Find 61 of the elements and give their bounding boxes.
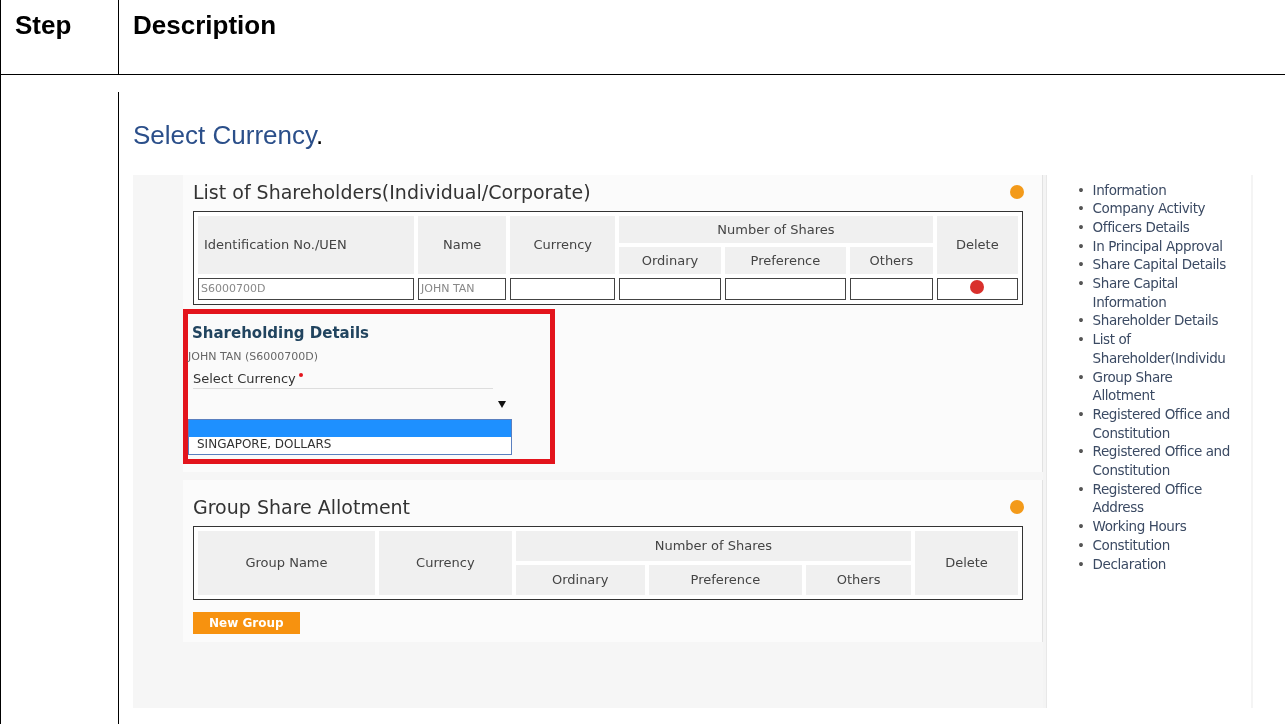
table-header: Name — [418, 215, 507, 274]
sidebar-link[interactable]: Information — [1092, 180, 1233, 200]
table-header: Others — [806, 564, 911, 595]
table-header: Currency — [510, 215, 616, 274]
table-header: Identification No./UEN — [198, 215, 414, 274]
table-header: Currency — [378, 530, 512, 595]
bullet: • — [1077, 442, 1085, 462]
table-header: Preference — [648, 564, 803, 595]
shareholder-name: JOHN TAN (S6000700D) — [188, 349, 320, 363]
bullet: • — [1077, 479, 1085, 499]
currency-field[interactable] — [510, 277, 616, 300]
bullet: • — [1077, 236, 1085, 256]
ordinary-field[interactable] — [619, 277, 721, 300]
sidebar-link[interactable]: Share Capital Information — [1092, 274, 1233, 312]
column-header: Description — [119, 0, 1285, 75]
bullet: • — [1077, 311, 1085, 331]
name-field[interactable]: JOHN TAN — [418, 277, 507, 300]
sidebar-link[interactable]: Officers Details — [1092, 217, 1233, 237]
bullet: • — [1077, 330, 1085, 349]
sidebar-link[interactable]: Group Share Allotment — [1092, 367, 1233, 405]
id-field[interactable]: S6000700D — [198, 277, 414, 300]
instruction-text: Select Currency. — [133, 119, 325, 151]
panel-title: List of Shareholders(Individual/Corporate) — [193, 180, 591, 203]
sidebar-link[interactable]: Shareholder Details — [1092, 311, 1233, 331]
others-field[interactable] — [850, 277, 933, 300]
panel-title: Group Share Allotment — [193, 495, 411, 518]
bullet: • — [1077, 554, 1085, 574]
field-label: Select Currency — [193, 370, 493, 389]
dropdown-arrow-icon — [498, 399, 506, 408]
sidebar-link[interactable]: Share Capital Details — [1092, 255, 1233, 274]
bullet: • — [1077, 517, 1085, 536]
sidebar-link[interactable]: Company Activity — [1092, 199, 1233, 218]
bullet: • — [1077, 535, 1085, 555]
table-header: Ordinary — [515, 564, 645, 595]
bullet: • — [1077, 199, 1085, 218]
table-header: Preference — [724, 246, 847, 274]
bullet: • — [1077, 367, 1085, 387]
sidebar-link[interactable]: Constitution — [1092, 535, 1233, 555]
sidebar-link[interactable]: Registered Office and Constitution — [1092, 442, 1233, 480]
table-header: Delete — [915, 530, 1018, 595]
table-header: Ordinary — [619, 246, 721, 274]
sidebar-link[interactable]: In Principal Approval — [1092, 236, 1233, 256]
table-header: Number of Shares — [619, 215, 933, 243]
table-header: Others — [850, 246, 933, 274]
table-header: Delete — [936, 215, 1018, 274]
preference-field[interactable] — [724, 277, 847, 300]
sidebar-link[interactable]: Registered Office and Constitution — [1092, 404, 1233, 443]
column-header: Step — [1, 0, 119, 75]
sidebar-link[interactable]: Declaration — [1092, 554, 1233, 574]
delete-icon[interactable] — [970, 280, 985, 294]
sidebar-link[interactable]: Registered Office Address — [1092, 479, 1233, 518]
table-header: Number of Shares — [515, 530, 911, 561]
bullet: • — [1077, 255, 1085, 274]
sidebar-link[interactable]: Working Hours — [1092, 517, 1233, 536]
bullet: • — [1077, 180, 1085, 200]
bullet: • — [1077, 404, 1085, 424]
bullet: • — [1077, 217, 1085, 237]
section-title: Shareholding Details — [191, 323, 370, 342]
table-header: Group Name — [198, 530, 375, 595]
bullet: • — [1077, 274, 1085, 293]
sidebar-link[interactable]: List of Shareholder(Individu — [1092, 330, 1233, 368]
